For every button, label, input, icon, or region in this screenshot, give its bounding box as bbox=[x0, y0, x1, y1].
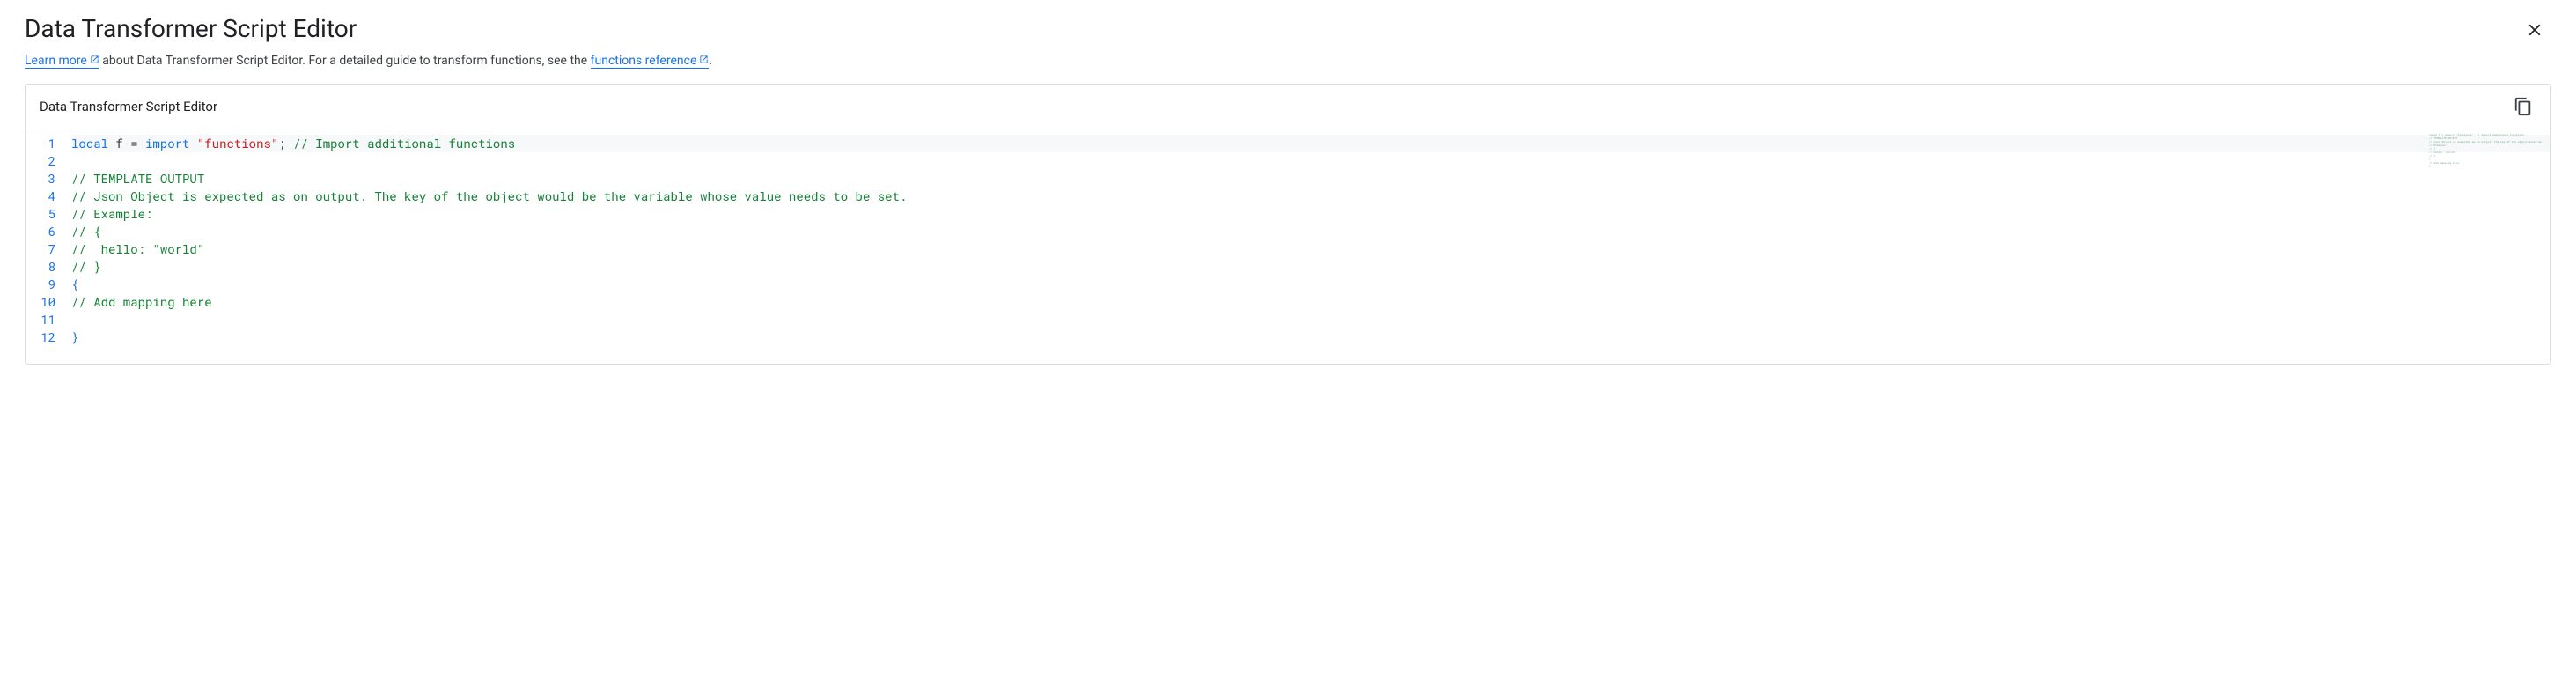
copy-icon bbox=[2513, 97, 2533, 116]
line-number: 5 bbox=[34, 205, 55, 223]
line-number: 8 bbox=[34, 258, 55, 276]
code-line[interactable]: // } bbox=[71, 258, 2550, 276]
line-number: 12 bbox=[34, 328, 55, 346]
code-line[interactable]: // TEMPLATE OUTPUT bbox=[71, 170, 2550, 188]
code-editor[interactable]: 123456789101112 local f = import "functi… bbox=[26, 129, 2550, 364]
code-line[interactable]: // Json Object is expected as on output.… bbox=[71, 188, 2550, 205]
functions-reference-link[interactable]: functions reference bbox=[591, 54, 710, 69]
close-icon bbox=[2525, 20, 2544, 40]
code-line[interactable]: } bbox=[71, 328, 2550, 346]
learn-more-link[interactable]: Learn more bbox=[25, 54, 99, 69]
external-link-icon bbox=[90, 54, 99, 68]
line-number: 4 bbox=[34, 188, 55, 205]
line-number: 6 bbox=[34, 223, 55, 240]
editor-panel: Data Transformer Script Editor 123456789… bbox=[25, 84, 2551, 365]
line-number: 2 bbox=[34, 152, 55, 170]
code-line[interactable]: // Add mapping here bbox=[71, 293, 2550, 311]
code-line[interactable] bbox=[71, 311, 2550, 328]
code-line[interactable]: // Example: bbox=[71, 205, 2550, 223]
code-line[interactable]: local f = import "functions"; // Import … bbox=[71, 135, 2550, 152]
line-number: 10 bbox=[34, 293, 55, 311]
copy-button[interactable] bbox=[2510, 93, 2536, 120]
line-number: 11 bbox=[34, 311, 55, 328]
line-gutter: 123456789101112 bbox=[26, 129, 64, 364]
line-number: 9 bbox=[34, 276, 55, 293]
line-number: 7 bbox=[34, 240, 55, 258]
line-number: 1 bbox=[34, 135, 55, 152]
code-line[interactable]: { bbox=[71, 276, 2550, 293]
external-link-icon bbox=[699, 54, 709, 68]
editor-panel-title: Data Transformer Script Editor bbox=[40, 99, 217, 114]
code-line[interactable]: // { bbox=[71, 223, 2550, 240]
code-line[interactable]: // hello: "world" bbox=[71, 240, 2550, 258]
code-content[interactable]: local f = import "functions"; // Import … bbox=[64, 129, 2550, 364]
close-button[interactable] bbox=[2518, 14, 2551, 49]
subtitle: Learn more about Data Transformer Script… bbox=[25, 54, 2551, 68]
code-line[interactable] bbox=[71, 152, 2550, 170]
line-number: 3 bbox=[34, 170, 55, 188]
page-title: Data Transformer Script Editor bbox=[25, 14, 357, 43]
